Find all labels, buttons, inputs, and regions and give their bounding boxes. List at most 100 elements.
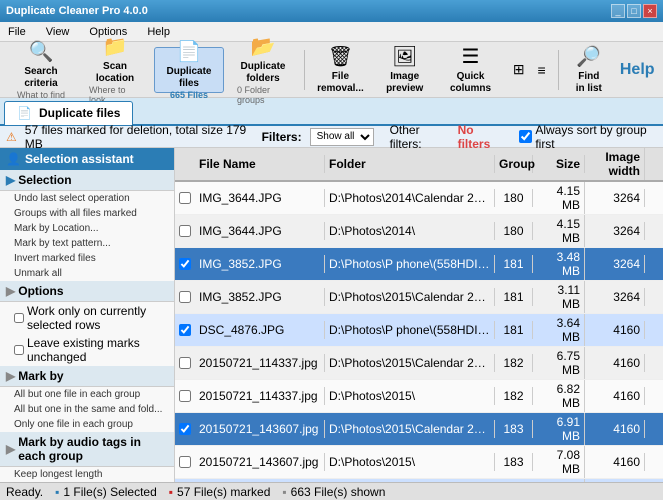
table-row[interactable]: IMG_3644.JPG D:\Photos\2014\ 180 4.15 MB… bbox=[175, 215, 663, 248]
table-row[interactable]: IMG_3852.JPG D:\Photos\2015\Calendar 201… bbox=[175, 281, 663, 314]
item-undo-last[interactable]: Undo last select operation bbox=[0, 191, 174, 206]
list-view-button[interactable]: ≡ bbox=[532, 47, 552, 93]
menu-file[interactable]: File bbox=[4, 24, 30, 40]
row-imgh: 2448 bbox=[645, 255, 663, 273]
find-in-list-button[interactable]: 🔎 Find in list bbox=[564, 47, 613, 93]
col-header-group[interactable]: Group bbox=[495, 155, 533, 173]
filter-select[interactable]: Show all bbox=[310, 128, 374, 146]
find-in-list-label: Find in list bbox=[573, 71, 604, 95]
duplicate-files-button[interactable]: 📄 Duplicate files 665 Files bbox=[154, 47, 224, 93]
table-row[interactable]: 20150721_114337.jpg D:\Photos\2015\ 182 … bbox=[175, 380, 663, 413]
duplicate-folders-button[interactable]: 📂 Duplicate folders 0 Folder groups bbox=[228, 47, 298, 93]
item-unmark-all[interactable]: Unmark all bbox=[0, 266, 174, 281]
scan-location-icon: 📁 bbox=[103, 34, 128, 59]
row-checkbox[interactable] bbox=[179, 324, 191, 336]
row-checkbox-cell[interactable] bbox=[175, 456, 195, 468]
row-filename: 20150721_143607.jpg bbox=[195, 420, 325, 438]
option-existing-marks[interactable]: Leave existing marks unchanged bbox=[0, 334, 174, 366]
help-label: Help bbox=[620, 60, 655, 79]
row-checkbox-cell[interactable] bbox=[175, 390, 195, 402]
grid-view-icon: ⊞ bbox=[513, 61, 525, 78]
table-row[interactable]: IMG_3914.jpg D:\Photos\2015\Calendar 201… bbox=[175, 479, 663, 482]
bottom-bar: Ready. ▪ 1 File(s) Selected ▪ 57 File(s)… bbox=[0, 482, 663, 500]
section-options[interactable]: ▶ Options bbox=[0, 281, 174, 302]
row-checkbox-cell[interactable] bbox=[175, 192, 195, 204]
panel-header: 👤 Selection assistant bbox=[0, 148, 174, 170]
existing-marks-checkbox[interactable] bbox=[14, 345, 24, 355]
menu-help[interactable]: Help bbox=[143, 24, 174, 40]
status-bar: ⚠ 57 files marked for deletion, total si… bbox=[0, 126, 663, 148]
grid-view-button[interactable]: ⊞ bbox=[508, 47, 530, 93]
row-group: 182 bbox=[495, 354, 533, 372]
row-imgw: 4160 bbox=[585, 420, 645, 438]
row-checkbox[interactable] bbox=[179, 423, 191, 435]
table-row[interactable]: IMG_3852.JPG D:\Photos\P phone\(558HDIE5… bbox=[175, 248, 663, 281]
table-row[interactable]: 20150721_143607.jpg D:\Photos\2015\Calen… bbox=[175, 413, 663, 446]
quick-columns-button[interactable]: ☰ Quick columns bbox=[439, 47, 502, 93]
row-checkbox-cell[interactable] bbox=[175, 291, 195, 303]
col-header-imgh[interactable]: Image height bbox=[645, 148, 663, 180]
section-options-label: Options bbox=[18, 284, 63, 298]
image-preview-button[interactable]: 🖼 Image preview bbox=[374, 47, 435, 93]
maximize-button[interactable]: □ bbox=[627, 4, 641, 18]
file-removal-button[interactable]: 🗑 File removal... bbox=[311, 47, 371, 93]
search-criteria-label: Search criteria bbox=[15, 66, 67, 90]
section-mark-audio[interactable]: ▶ Mark by audio tags in each group bbox=[0, 432, 174, 467]
section-audio-label: Mark by audio tags in each group bbox=[18, 435, 168, 463]
minimize-button[interactable]: _ bbox=[611, 4, 625, 18]
row-filename: IMG_3644.JPG bbox=[195, 189, 325, 207]
row-checkbox-cell[interactable] bbox=[175, 258, 195, 270]
tab-duplicate-files-icon: 📄 bbox=[17, 106, 32, 120]
quick-columns-icon: ☰ bbox=[462, 44, 480, 69]
row-checkbox[interactable] bbox=[179, 258, 191, 270]
item-all-but-one[interactable]: All but one file in each group bbox=[0, 387, 174, 402]
row-checkbox[interactable] bbox=[179, 390, 191, 402]
section-selection[interactable]: ▶ Selection bbox=[0, 170, 174, 191]
always-sort-checkbox[interactable] bbox=[519, 130, 532, 143]
help-button[interactable]: Help bbox=[617, 47, 657, 93]
left-panel: 👤 Selection assistant ▶ Selection Undo l… bbox=[0, 148, 175, 482]
col-header-filename[interactable]: File Name bbox=[195, 155, 325, 173]
search-criteria-button[interactable]: 🔍 Search criteria What to find bbox=[6, 47, 76, 93]
table-row[interactable]: DSC_4876.JPG D:\Photos\P phone\(558HDIE5… bbox=[175, 314, 663, 347]
row-checkbox-cell[interactable] bbox=[175, 225, 195, 237]
item-all-but-one-folder[interactable]: All but one in the same and fold... bbox=[0, 402, 174, 417]
row-group: 183 bbox=[495, 420, 533, 438]
col-header-imgw[interactable]: Image width bbox=[585, 148, 645, 180]
table-row[interactable]: IMG_3644.JPG D:\Photos\2014\Calendar 201… bbox=[175, 182, 663, 215]
item-only-one[interactable]: Only one file in each group bbox=[0, 417, 174, 432]
row-checkbox-cell[interactable] bbox=[175, 357, 195, 369]
row-folder: D:\Photos\2015\ bbox=[325, 387, 495, 405]
always-sort-text: Always sort by group first bbox=[535, 123, 657, 151]
row-checkbox[interactable] bbox=[179, 225, 191, 237]
row-checkbox[interactable] bbox=[179, 192, 191, 204]
window-controls[interactable]: _ □ × bbox=[611, 4, 657, 18]
row-filename: IMG_3852.JPG bbox=[195, 288, 325, 306]
row-group: 183 bbox=[495, 453, 533, 471]
scan-location-button[interactable]: 📁 Scan location Where to look bbox=[80, 47, 150, 93]
option-current-rows[interactable]: Work only on currently selected rows bbox=[0, 302, 174, 334]
table-row[interactable]: 20150721_114337.jpg D:\Photos\2015\Calen… bbox=[175, 347, 663, 380]
existing-marks-label: Leave existing marks unchanged bbox=[27, 336, 168, 364]
col-header-folder[interactable]: Folder bbox=[325, 155, 495, 173]
tab-duplicate-files[interactable]: 📄 Duplicate files bbox=[4, 101, 133, 125]
table-row[interactable]: 20150721_143607.jpg D:\Photos\2015\ 183 … bbox=[175, 446, 663, 479]
item-invert-marked[interactable]: Invert marked files bbox=[0, 251, 174, 266]
row-checkbox-cell[interactable] bbox=[175, 324, 195, 336]
always-sort-label[interactable]: Always sort by group first bbox=[519, 123, 657, 151]
close-button[interactable]: × bbox=[643, 4, 657, 18]
current-rows-checkbox[interactable] bbox=[14, 313, 24, 323]
row-checkbox-cell[interactable] bbox=[175, 423, 195, 435]
file-table-header: File Name Folder Group Size Image width … bbox=[175, 148, 663, 182]
col-header-size[interactable]: Size bbox=[533, 155, 585, 173]
row-checkbox[interactable] bbox=[179, 291, 191, 303]
item-mark-by-location[interactable]: Mark by Location... bbox=[0, 221, 174, 236]
section-mark-by[interactable]: ▶ Mark by bbox=[0, 366, 174, 387]
menu-view[interactable]: View bbox=[42, 24, 74, 40]
item-keep-longest[interactable]: Keep longest length bbox=[0, 467, 174, 482]
item-mark-by-text[interactable]: Mark by text pattern... bbox=[0, 236, 174, 251]
file-removal-icon: 🗑 bbox=[328, 44, 353, 69]
row-checkbox[interactable] bbox=[179, 357, 191, 369]
row-checkbox[interactable] bbox=[179, 456, 191, 468]
item-groups-all-marked[interactable]: Groups with all files marked bbox=[0, 206, 174, 221]
